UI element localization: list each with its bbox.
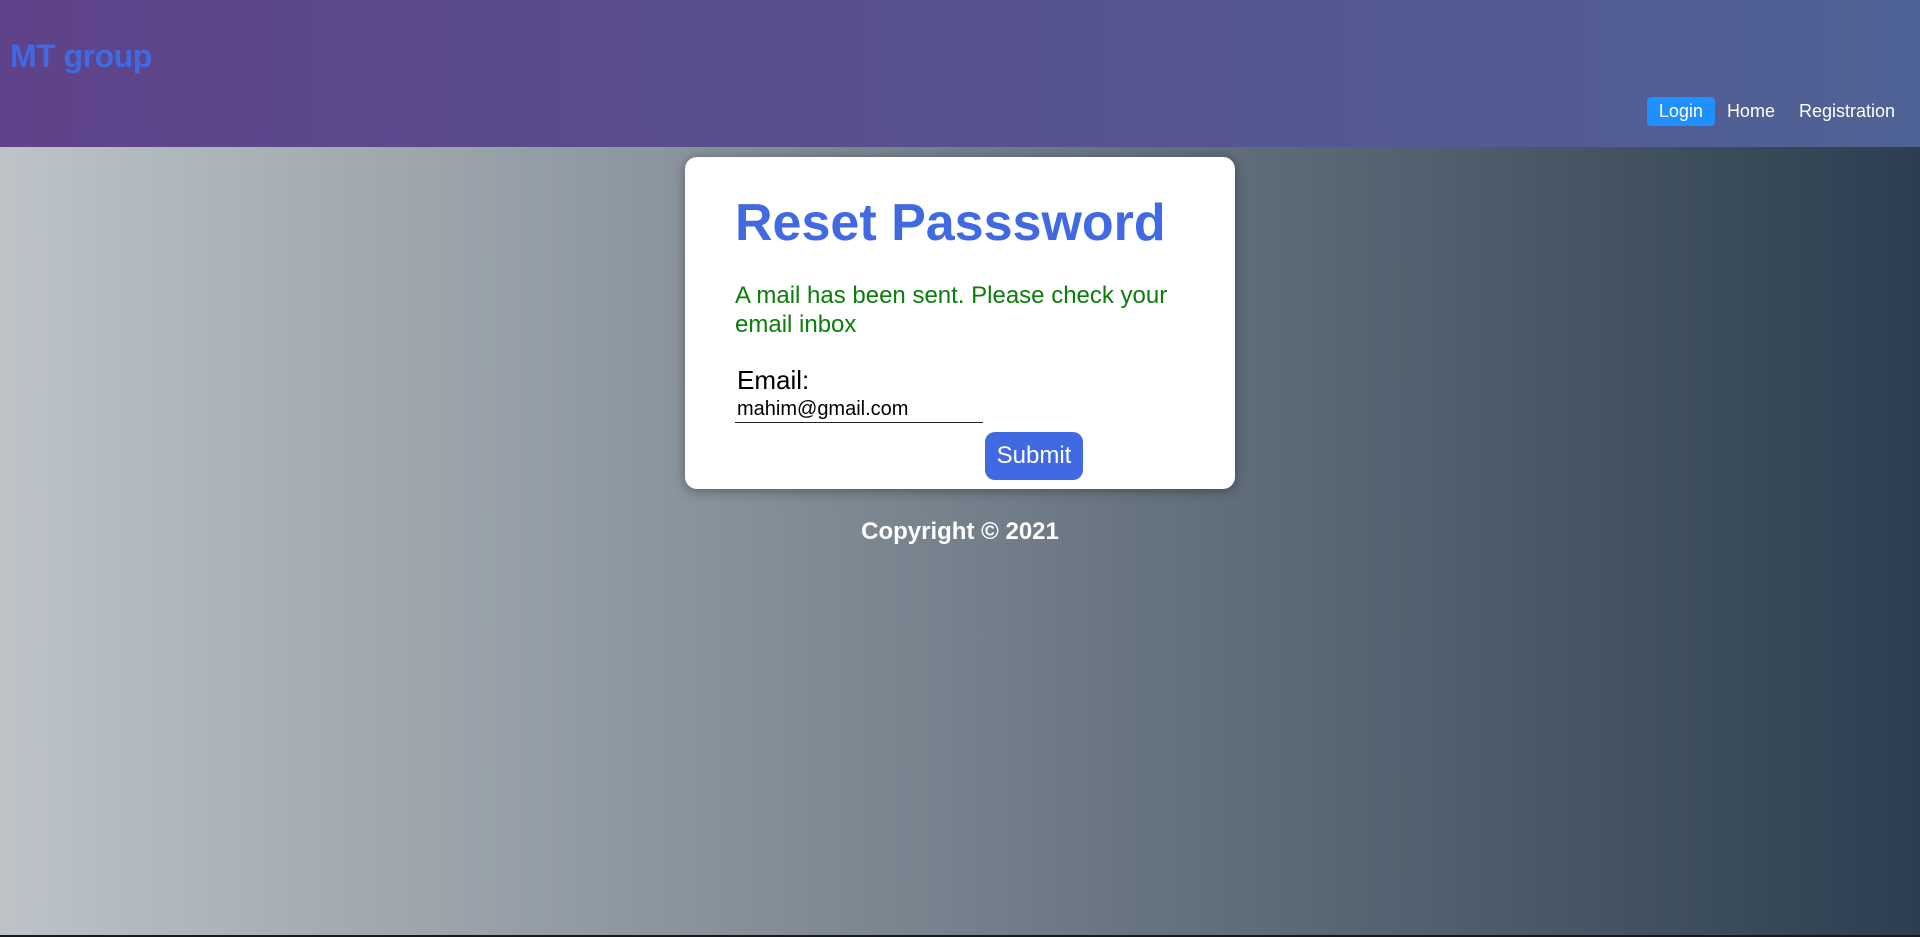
brand-logo[interactable]: MT group xyxy=(10,38,152,75)
nav-login[interactable]: Login xyxy=(1646,97,1715,126)
success-message: A mail has been sent. Please check your … xyxy=(735,282,1168,338)
email-field[interactable] xyxy=(735,396,983,423)
main-nav: Login Home Registration xyxy=(1646,97,1907,126)
email-label: Email: xyxy=(737,365,810,395)
page-title: Reset Passsword xyxy=(735,194,1166,252)
reset-password-card: Reset Passsword A mail has been sent. Pl… xyxy=(685,157,1235,489)
nav-registration[interactable]: Registration xyxy=(1787,97,1907,126)
footer-copyright: Copyright © 2021 xyxy=(861,518,1059,545)
header-bar: MT group Login Home Registration xyxy=(0,0,1920,147)
nav-home[interactable]: Home xyxy=(1715,97,1787,126)
submit-button[interactable]: Submit xyxy=(985,432,1083,480)
